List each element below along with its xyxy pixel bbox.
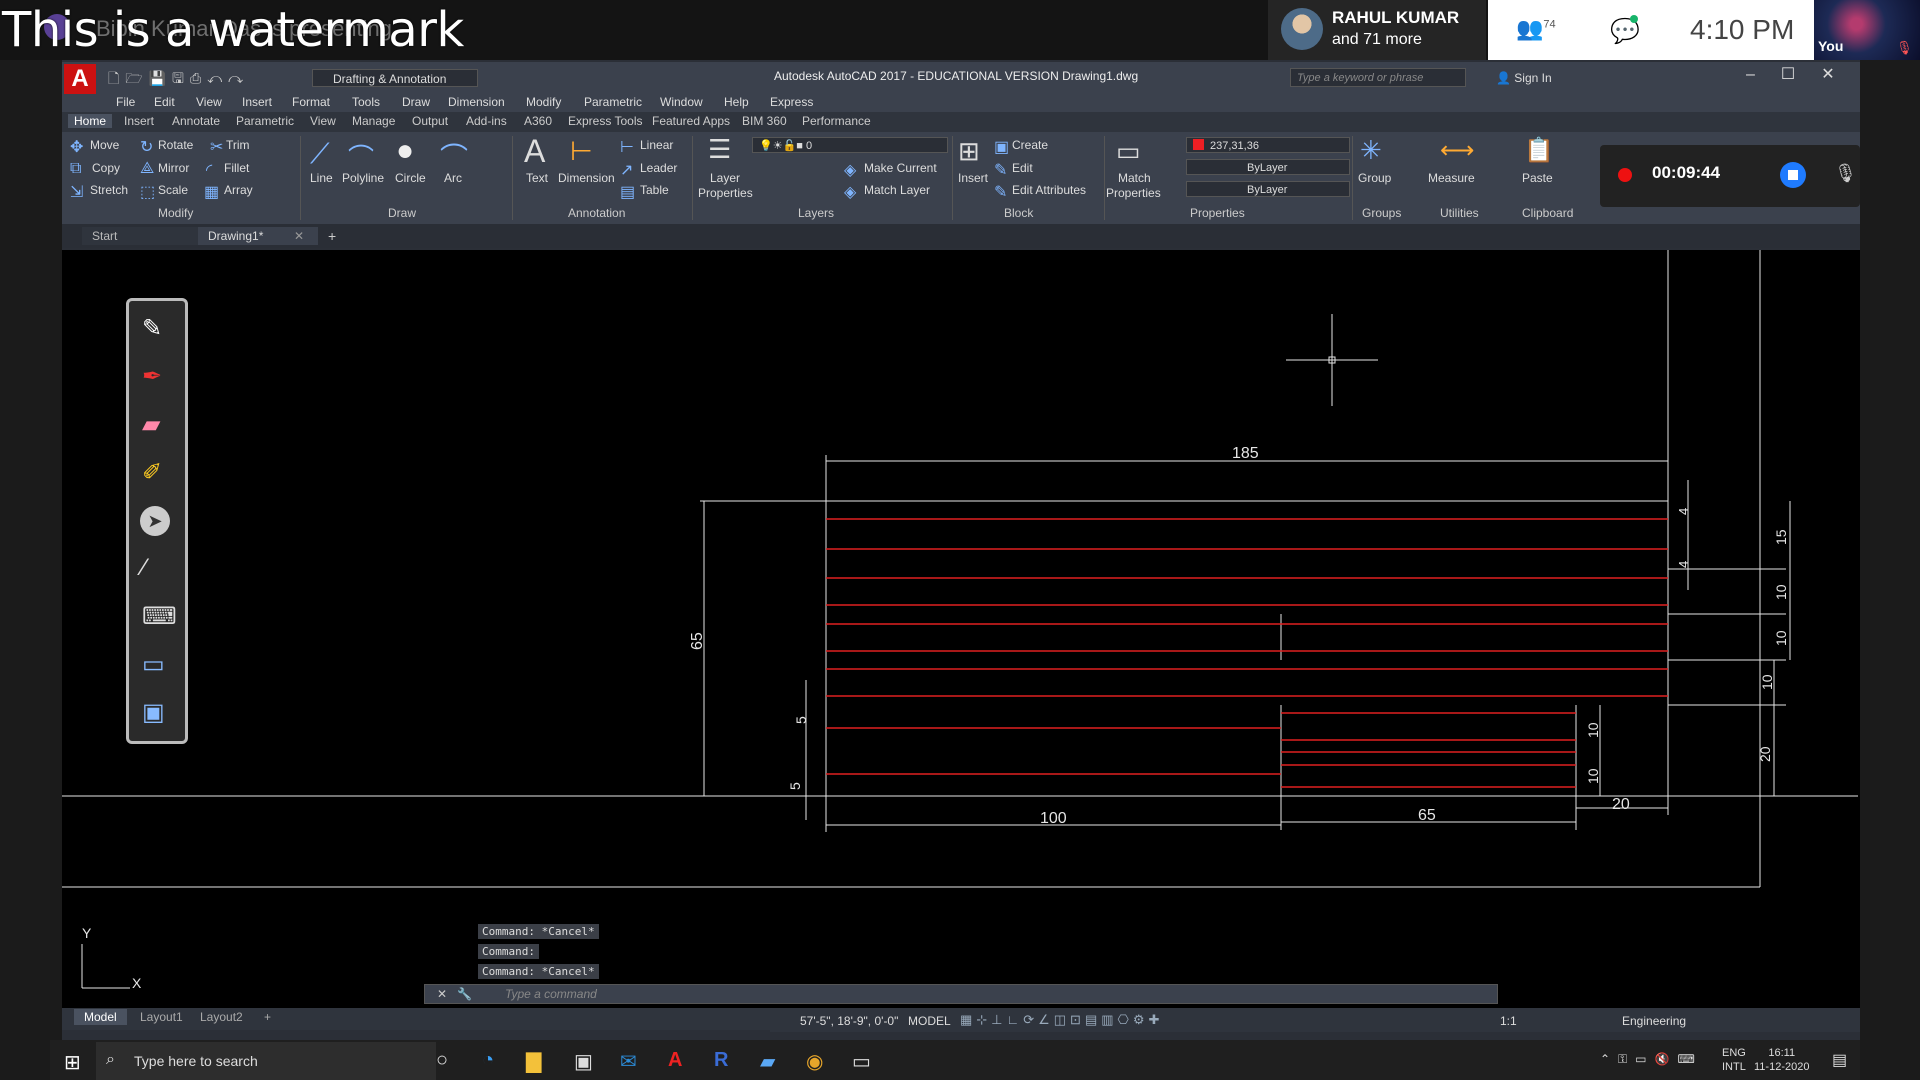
keyboard-icon[interactable]: ⌨: [142, 602, 177, 631]
dim-text-4: 4: [1676, 561, 1691, 568]
dim-text-10: 10: [1773, 630, 1789, 646]
clock-date: 11-12-2020: [1754, 1061, 1810, 1073]
tab-layout2[interactable]: Layout2: [190, 1009, 253, 1025]
drawing-svg: 185 65 4 4 15 10 10 10 20 5 5 10 10 100 …: [62, 250, 1858, 991]
dim-text-185: 185: [1232, 445, 1259, 462]
pointer-icon[interactable]: ➤: [140, 506, 170, 536]
store-icon[interactable]: ▣: [574, 1049, 593, 1074]
chrome-icon[interactable]: ◉: [806, 1049, 823, 1074]
command-placeholder: Type a command: [505, 987, 597, 1001]
annotation-scale[interactable]: 1:1: [1500, 1014, 1517, 1028]
command-line-input[interactable]: ✕ 🔧 Type a command: [424, 984, 1498, 1004]
dim-text-15: 15: [1773, 529, 1789, 545]
autocad-taskbar-icon[interactable]: A: [668, 1049, 682, 1072]
mail-icon[interactable]: ✉: [620, 1049, 637, 1074]
r-app-icon[interactable]: R: [714, 1049, 728, 1072]
keyboard-layout: INTL: [1722, 1061, 1746, 1073]
tab-model[interactable]: Model: [74, 1009, 127, 1025]
close-icon[interactable]: ✕: [437, 985, 447, 1003]
model-space-toggle[interactable]: MODEL: [908, 1014, 951, 1028]
eraser-icon[interactable]: ▰: [142, 410, 160, 439]
highlighter-icon[interactable]: ✐: [142, 458, 162, 487]
capture-icon[interactable]: ▣: [142, 698, 165, 727]
coordinates-readout[interactable]: 57'-5", 18'-9", 0'-0": [800, 1014, 898, 1028]
dim-text-65-horizontal: 65: [1418, 807, 1436, 824]
dim-text-10: 10: [1585, 768, 1601, 784]
teams-icon[interactable]: ▰: [760, 1049, 775, 1074]
dim-text-100: 100: [1040, 810, 1067, 827]
dim-text-20: 20: [1612, 796, 1630, 813]
dim-text-4: 4: [1676, 508, 1691, 515]
file-explorer-icon[interactable]: ▇: [526, 1049, 541, 1074]
screen-icon[interactable]: ▭: [142, 650, 165, 679]
command-history: Command: *Cancel* Command: Command: *Can…: [478, 924, 599, 984]
system-clock[interactable]: 16:11 11-12-2020: [1754, 1046, 1809, 1074]
edge-icon[interactable]: ◔: [482, 1049, 494, 1072]
red-hatch-lines: [826, 518, 1668, 788]
search-icon: ⌕: [106, 1051, 115, 1068]
windows-start-icon[interactable]: ⊞: [64, 1050, 81, 1075]
dim-text-20: 20: [1757, 746, 1773, 762]
dim-text-10: 10: [1773, 584, 1789, 600]
dim-text-65-vertical: 65: [689, 632, 706, 650]
command-history-line: Command: *Cancel*: [478, 964, 599, 979]
dim-text-10: 10: [1585, 722, 1601, 738]
add-layout-icon[interactable]: +: [254, 1009, 281, 1025]
screen-share-icon[interactable]: ▭: [852, 1049, 871, 1074]
dim-text-5: 5: [787, 782, 803, 790]
system-tray-icons[interactable]: ⌃⚿▭🔇⌨: [1600, 1052, 1703, 1067]
clock-time: 16:11: [1768, 1047, 1796, 1059]
command-history-line: Command:: [478, 944, 539, 959]
drafting-settings-icons[interactable]: ▦⊹⊥∟⟳∠◫⊡▤▥⎔⚙✚: [960, 1012, 1163, 1028]
whiteboard-icon[interactable]: ✎: [142, 314, 162, 343]
tab-layout1[interactable]: Layout1: [130, 1009, 193, 1025]
units-dropdown[interactable]: Engineering: [1622, 1014, 1686, 1028]
pen-icon[interactable]: ✒: [142, 362, 162, 391]
taskbar-search-placeholder: Type here to search: [134, 1053, 258, 1069]
dim-text-10: 10: [1759, 674, 1775, 690]
ucs-x-label: X: [132, 975, 142, 991]
command-history-line: Command: *Cancel*: [478, 924, 599, 939]
input-language[interactable]: ENG INTL: [1722, 1046, 1746, 1074]
language-code: ENG: [1722, 1047, 1746, 1059]
cortana-icon[interactable]: ○: [436, 1049, 448, 1072]
dim-text-5: 5: [793, 716, 809, 724]
wrench-icon[interactable]: 🔧: [457, 985, 472, 1003]
ucs-y-label: Y: [82, 925, 92, 941]
laser-icon[interactable]: ⁄: [142, 554, 146, 582]
notification-icon[interactable]: ▤: [1832, 1050, 1847, 1070]
